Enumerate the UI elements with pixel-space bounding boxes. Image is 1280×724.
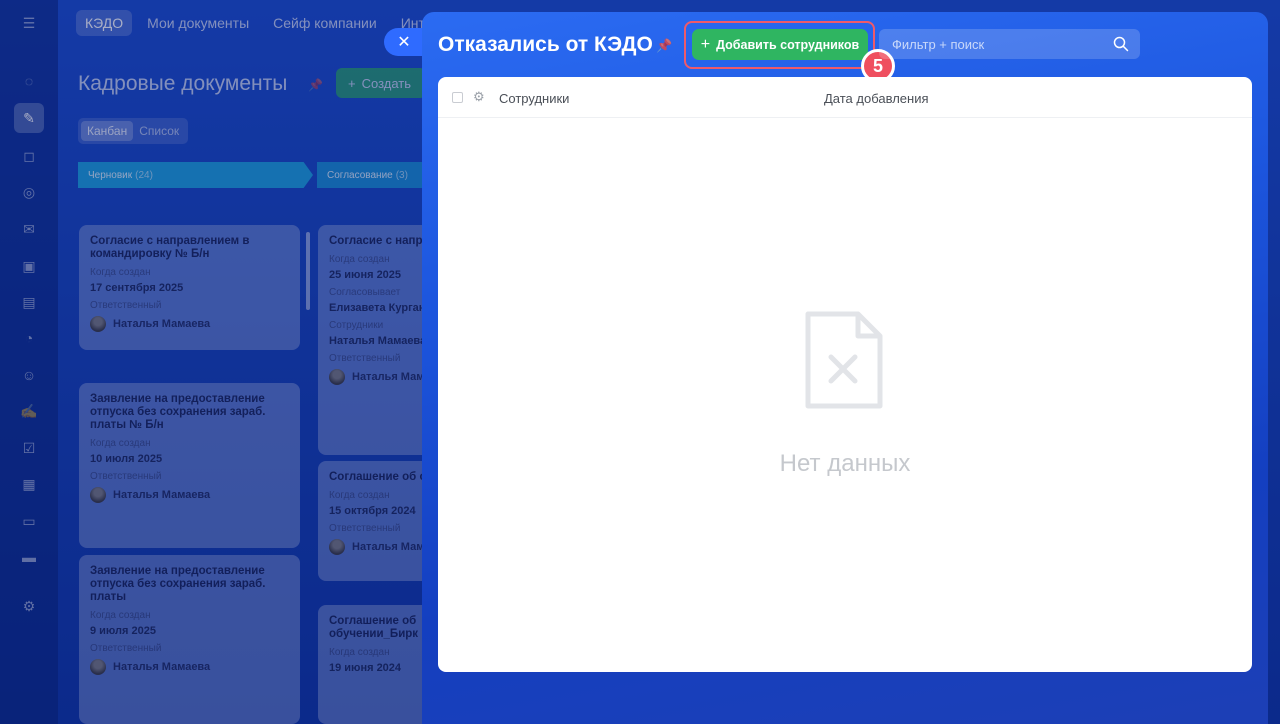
column-header-employees[interactable]: Сотрудники — [499, 91, 569, 106]
close-panel-button[interactable]: ✕ — [384, 28, 424, 56]
add-employees-button[interactable]: + Добавить сотрудников — [692, 29, 868, 60]
panel-title: Отказались от КЭДО — [438, 33, 653, 56]
select-all-checkbox[interactable] — [452, 92, 463, 103]
pin-icon[interactable]: 📌 — [656, 38, 672, 54]
search-icon[interactable] — [1113, 36, 1129, 52]
no-data-document-icon — [805, 311, 883, 409]
slider-panel: Отказались от КЭДО 📌 + Добавить сотрудни… — [422, 12, 1268, 724]
grid-header: ⚙ Сотрудники Дата добавления — [438, 77, 1252, 118]
plus-icon: + — [700, 35, 711, 53]
empty-state-text: Нет данных — [779, 450, 911, 477]
filter-search-box[interactable] — [879, 29, 1140, 59]
employees-grid: ⚙ Сотрудники Дата добавления Нет данных — [438, 77, 1252, 672]
column-header-date-added[interactable]: Дата добавления — [824, 91, 929, 106]
close-icon: ✕ — [397, 34, 411, 51]
search-input[interactable] — [892, 36, 1102, 52]
add-employees-label: Добавить сотрудников — [716, 37, 860, 52]
gear-icon[interactable]: ⚙ — [473, 89, 485, 105]
